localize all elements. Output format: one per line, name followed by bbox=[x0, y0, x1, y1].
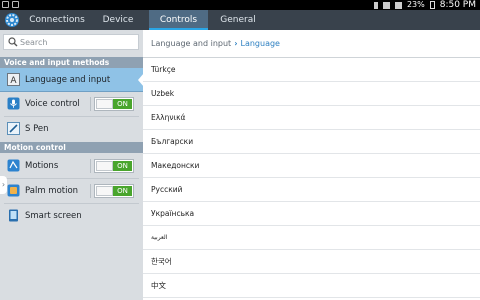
sidebar-item-label: Motions bbox=[25, 161, 59, 171]
sidebar-item-language-and-input[interactable]: A Language and input bbox=[0, 68, 144, 92]
language-option-chinese[interactable]: 中文 bbox=[143, 274, 480, 298]
battery-icon bbox=[429, 1, 435, 9]
language-option-arabic[interactable]: العربية bbox=[143, 226, 480, 250]
breadcrumb-parent[interactable]: Language and input bbox=[151, 39, 231, 48]
section-header-motion-control: Motion control bbox=[0, 142, 143, 153]
toggle-knob bbox=[96, 99, 113, 109]
sidebar-item-label: Smart screen bbox=[25, 211, 82, 221]
status-icons: 23% 8:50 PM bbox=[373, 0, 476, 10]
sidebar: Voice and input methods A Language and i… bbox=[0, 30, 144, 300]
search-input[interactable] bbox=[20, 36, 130, 48]
sidebar-item-label: Language and input bbox=[25, 75, 111, 85]
breadcrumb-separator-icon: › bbox=[234, 39, 238, 48]
toggle-on-label: ON bbox=[113, 161, 132, 171]
notification-icons bbox=[2, 1, 19, 8]
tab-general[interactable]: General bbox=[208, 10, 268, 30]
toggle-knob bbox=[96, 161, 113, 171]
language-option-turkish[interactable]: Türkçe bbox=[143, 58, 480, 82]
sidebar-item-label: S Pen bbox=[25, 124, 49, 134]
language-option-greek[interactable]: Ελληνικά bbox=[143, 106, 480, 130]
language-option-macedonian[interactable]: Македонски bbox=[143, 154, 480, 178]
divider bbox=[90, 97, 91, 111]
tab-controls[interactable]: Controls bbox=[149, 10, 208, 30]
language-list: Türkçe Uzbek Ελληνικά Български Македонс… bbox=[143, 58, 480, 298]
sidebar-item-voice-control[interactable]: Voice control ON bbox=[0, 92, 143, 116]
language-option-korean[interactable]: 한국어 bbox=[143, 250, 480, 274]
toggle-knob bbox=[96, 186, 113, 196]
search-box[interactable] bbox=[3, 34, 139, 50]
palm-motion-toggle[interactable]: ON bbox=[94, 184, 134, 198]
image-notification-icon bbox=[12, 1, 19, 8]
clock: 8:50 PM bbox=[439, 0, 476, 10]
divider bbox=[90, 159, 91, 173]
wifi-icon bbox=[382, 1, 390, 9]
sidebar-item-smart-screen[interactable]: Smart screen bbox=[0, 204, 143, 228]
keyboard-letter-icon: A bbox=[7, 73, 20, 86]
bluetooth-icon bbox=[373, 1, 378, 9]
toggle-on-label: ON bbox=[113, 186, 132, 196]
language-option-uzbek[interactable]: Uzbek bbox=[143, 82, 480, 106]
sidebar-item-label: Palm motion bbox=[25, 186, 79, 196]
sidebar-item-s-pen[interactable]: S Pen bbox=[0, 117, 143, 141]
breadcrumb: Language and input › Language bbox=[151, 30, 280, 57]
status-bar: 23% 8:50 PM bbox=[0, 0, 480, 10]
tab-connections[interactable]: Connections bbox=[22, 10, 92, 30]
microphone-icon bbox=[7, 97, 20, 110]
sidebar-item-motions[interactable]: Motions ON bbox=[0, 154, 143, 178]
battery-percent: 23% bbox=[406, 0, 425, 9]
voice-control-toggle[interactable]: ON bbox=[94, 97, 134, 111]
section-header-voice-input: Voice and input methods bbox=[0, 57, 143, 68]
svg-text:A: A bbox=[10, 76, 17, 86]
main-panel: Language and input › Language Türkçe Uzbek… bbox=[143, 30, 480, 300]
tab-device[interactable]: Device bbox=[92, 10, 144, 30]
motions-toggle[interactable]: ON bbox=[94, 159, 134, 173]
sidebar-item-label: Voice control bbox=[25, 99, 80, 109]
drawer-handle[interactable]: › bbox=[0, 176, 7, 194]
language-option-bulgarian[interactable]: Български bbox=[143, 130, 480, 154]
divider bbox=[90, 184, 91, 198]
search-icon bbox=[8, 37, 18, 47]
sidebar-item-palm-motion[interactable]: Palm motion ON bbox=[0, 179, 143, 203]
motion-icon bbox=[7, 159, 20, 172]
palm-icon bbox=[7, 184, 20, 197]
language-option-russian[interactable]: Русский bbox=[143, 178, 480, 202]
language-option-ukrainian[interactable]: Українська bbox=[143, 202, 480, 226]
signal-icon bbox=[394, 1, 402, 9]
smart-screen-icon bbox=[9, 209, 18, 222]
breadcrumb-current: Language bbox=[240, 39, 280, 48]
settings-tab-bar: Connections Device Controls General bbox=[0, 10, 480, 30]
notification-icon bbox=[2, 1, 9, 8]
pen-icon bbox=[7, 122, 20, 135]
settings-gear-icon[interactable] bbox=[3, 11, 21, 29]
toggle-on-label: ON bbox=[113, 99, 132, 109]
